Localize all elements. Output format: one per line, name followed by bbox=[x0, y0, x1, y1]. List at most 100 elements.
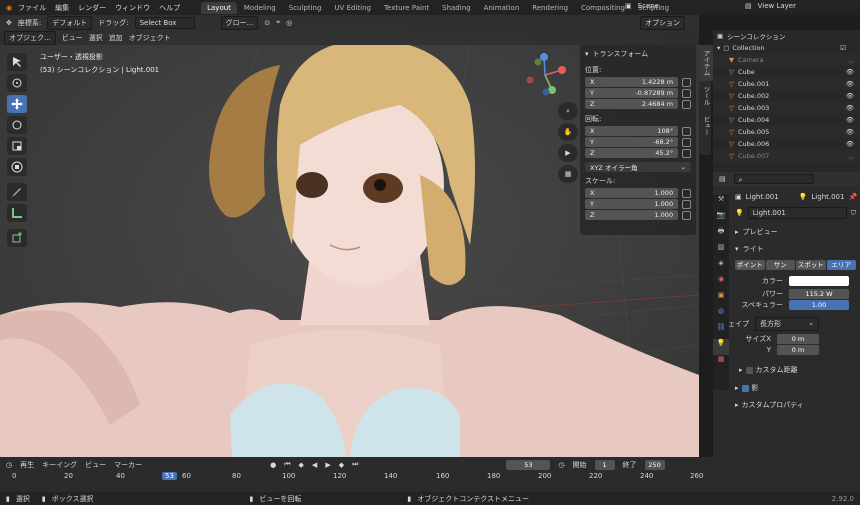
menu-render[interactable]: レンダー bbox=[78, 3, 106, 13]
timeline-ruler[interactable]: 0 20 40 53 60 80 100 120 140 160 180 200… bbox=[0, 472, 708, 486]
lock-icon[interactable] bbox=[682, 149, 691, 158]
texture-tab-icon[interactable]: ▦ bbox=[713, 355, 729, 371]
eye-icon[interactable]: ◡ bbox=[848, 152, 854, 160]
proportional-icon[interactable]: ◎ bbox=[286, 19, 292, 27]
outliner-item-cube[interactable]: ▽ Cube 👁 bbox=[713, 66, 860, 78]
eye-icon[interactable]: 👁 bbox=[846, 140, 854, 148]
viewport-menu-view[interactable]: ビュー bbox=[62, 33, 83, 43]
rotate-tool[interactable] bbox=[7, 116, 27, 134]
pivot-icon[interactable]: ⊙ bbox=[264, 19, 270, 27]
mode-dropdown[interactable]: オブジェク... bbox=[4, 30, 56, 45]
options-dropdown[interactable]: オプション bbox=[640, 15, 685, 30]
checkbox-checked-icon[interactable] bbox=[741, 384, 749, 392]
location-x-field[interactable]: X 1.4228 m bbox=[585, 77, 679, 87]
light-data-icon[interactable]: 💡 bbox=[735, 209, 744, 217]
tab-layout[interactable]: Layout bbox=[201, 1, 237, 14]
jump-end-icon[interactable]: ⏭ bbox=[352, 460, 358, 469]
lock-icon[interactable] bbox=[682, 78, 691, 87]
tab-texture-paint[interactable]: Texture Paint bbox=[378, 2, 435, 14]
outliner-collection-row[interactable]: ▾ ▢ Collection ☑ bbox=[713, 42, 860, 54]
measure-tool[interactable] bbox=[7, 204, 27, 222]
menu-file[interactable]: ファイル bbox=[18, 3, 46, 13]
object-tab-icon[interactable]: ▣ bbox=[713, 291, 729, 307]
cursor-tool[interactable] bbox=[7, 74, 27, 92]
output-tab-icon[interactable]: 🖶 bbox=[713, 227, 729, 243]
viewport-menu-object[interactable]: オブジェクト bbox=[129, 33, 171, 43]
outliner-item-cube-004[interactable]: ▽ Cube.004 👁 bbox=[713, 114, 860, 126]
next-keyframe-icon[interactable]: ◆ bbox=[339, 461, 344, 469]
lock-icon[interactable] bbox=[682, 200, 691, 209]
outliner-item-cube-006[interactable]: ▽ Cube.006 👁 bbox=[713, 138, 860, 150]
custom-distance-header[interactable]: ▸ カスタム距離 bbox=[739, 365, 860, 375]
playhead-label[interactable]: 53 bbox=[162, 472, 177, 480]
annotate-tool[interactable] bbox=[7, 183, 27, 201]
scene-selector[interactable]: ▣ Scene bbox=[625, 2, 715, 10]
outliner-item-cube-005[interactable]: ▽ Cube.005 👁 bbox=[713, 126, 860, 138]
lock-icon[interactable] bbox=[682, 189, 691, 198]
outliner-scene-collection[interactable]: ▣ シーンコレクション bbox=[713, 30, 860, 42]
lock-icon[interactable] bbox=[682, 211, 691, 220]
custom-properties-header[interactable]: ▸ カスタムプロパティ bbox=[735, 400, 860, 410]
lock-icon[interactable] bbox=[682, 127, 691, 136]
viewport-menu-select[interactable]: 選択 bbox=[89, 33, 103, 43]
tab-rendering[interactable]: Rendering bbox=[526, 2, 574, 14]
size-x-field[interactable]: 0 m bbox=[777, 334, 819, 344]
menu-edit[interactable]: 編集 bbox=[55, 3, 69, 13]
timeline-menu-keying[interactable]: キーイング bbox=[42, 460, 77, 470]
physics-tab-icon[interactable]: ◍ bbox=[713, 307, 729, 323]
view-layer-selector[interactable]: ▤ View Layer bbox=[745, 2, 855, 10]
outliner-item-camera[interactable]: ▼ Camera ◡ bbox=[713, 54, 860, 66]
menu-window[interactable]: ウィンドウ bbox=[115, 3, 150, 13]
eye-icon[interactable]: 👁 bbox=[846, 92, 854, 100]
world-tab-icon[interactable]: ◉ bbox=[713, 275, 729, 291]
pin-icon[interactable]: 📌 bbox=[848, 193, 857, 201]
outliner-item-cube-003[interactable]: ▽ Cube.003 👁 bbox=[713, 102, 860, 114]
eye-icon[interactable]: 👁 bbox=[846, 68, 854, 76]
preview-panel-header[interactable]: ▸ プレビュー bbox=[735, 227, 860, 237]
light-type-point[interactable]: ポイント bbox=[735, 260, 765, 270]
properties-search-input[interactable]: ⌕ bbox=[733, 174, 814, 184]
light-data-tab-icon[interactable]: 💡 bbox=[713, 339, 729, 355]
navigation-gizmo[interactable] bbox=[522, 52, 568, 98]
ortho-toggle-button[interactable]: ▦ bbox=[558, 165, 578, 183]
outliner-item-cube-001[interactable]: ▽ Cube.001 👁 bbox=[713, 78, 860, 90]
timeline-menu-playback[interactable]: 再生 bbox=[20, 460, 34, 470]
properties-menu-icon[interactable]: ▤ bbox=[719, 175, 726, 183]
size-y-field[interactable]: 0 m bbox=[777, 345, 819, 355]
menu-help[interactable]: ヘルプ bbox=[159, 3, 180, 13]
tab-view[interactable]: ビュー bbox=[699, 111, 713, 141]
scale-x-field[interactable]: X 1.000 bbox=[585, 188, 679, 198]
lock-icon[interactable] bbox=[682, 89, 691, 98]
lock-icon[interactable] bbox=[682, 100, 691, 109]
camera-view-button[interactable]: ▶ bbox=[558, 144, 578, 162]
scene-tab-icon[interactable]: ◈ bbox=[713, 259, 729, 275]
start-frame-field[interactable]: 1 bbox=[594, 459, 615, 470]
light-type-area[interactable]: エリア bbox=[826, 260, 856, 270]
tab-animation[interactable]: Animation bbox=[478, 2, 526, 14]
tab-modeling[interactable]: Modeling bbox=[238, 2, 282, 14]
tab-shading[interactable]: Shading bbox=[436, 2, 476, 14]
transform-tool[interactable] bbox=[7, 158, 27, 176]
pan-button[interactable]: ✋ bbox=[558, 123, 578, 141]
end-frame-field[interactable]: 250 bbox=[644, 459, 665, 470]
eye-icon[interactable]: 👁 bbox=[846, 116, 854, 124]
lock-icon[interactable] bbox=[682, 138, 691, 147]
snap-icon[interactable]: ⌖ bbox=[276, 18, 280, 27]
eye-icon[interactable]: 👁 bbox=[846, 128, 854, 136]
light-panel-header[interactable]: ▾ ライト bbox=[735, 244, 860, 254]
rotation-mode-dropdown[interactable]: XYZ オイラー角 ⌄ bbox=[585, 162, 691, 172]
timeline-menu-view[interactable]: ビュー bbox=[85, 460, 106, 470]
view-layer-tab-icon[interactable]: ▨ bbox=[713, 243, 729, 259]
move-tool[interactable] bbox=[7, 95, 27, 113]
outliner-item-cube-002[interactable]: ▽ Cube.002 👁 bbox=[713, 90, 860, 102]
rotation-y-field[interactable]: Y -68.2° bbox=[585, 137, 679, 147]
specular-slider[interactable]: 1.00 bbox=[789, 300, 849, 310]
scale-tool[interactable] bbox=[7, 137, 27, 155]
orientation-dropdown[interactable]: デフォルト bbox=[47, 15, 93, 30]
jump-start-icon[interactable]: ⏮ bbox=[284, 460, 290, 469]
timeline-menu-marker[interactable]: マーカー bbox=[114, 460, 142, 470]
tab-compositing[interactable]: Compositing bbox=[575, 2, 631, 14]
shape-dropdown[interactable]: 長方形 ⌄ bbox=[755, 317, 819, 331]
light-type-sun[interactable]: サン bbox=[765, 260, 795, 270]
light-type-spot[interactable]: スポット bbox=[796, 260, 826, 270]
